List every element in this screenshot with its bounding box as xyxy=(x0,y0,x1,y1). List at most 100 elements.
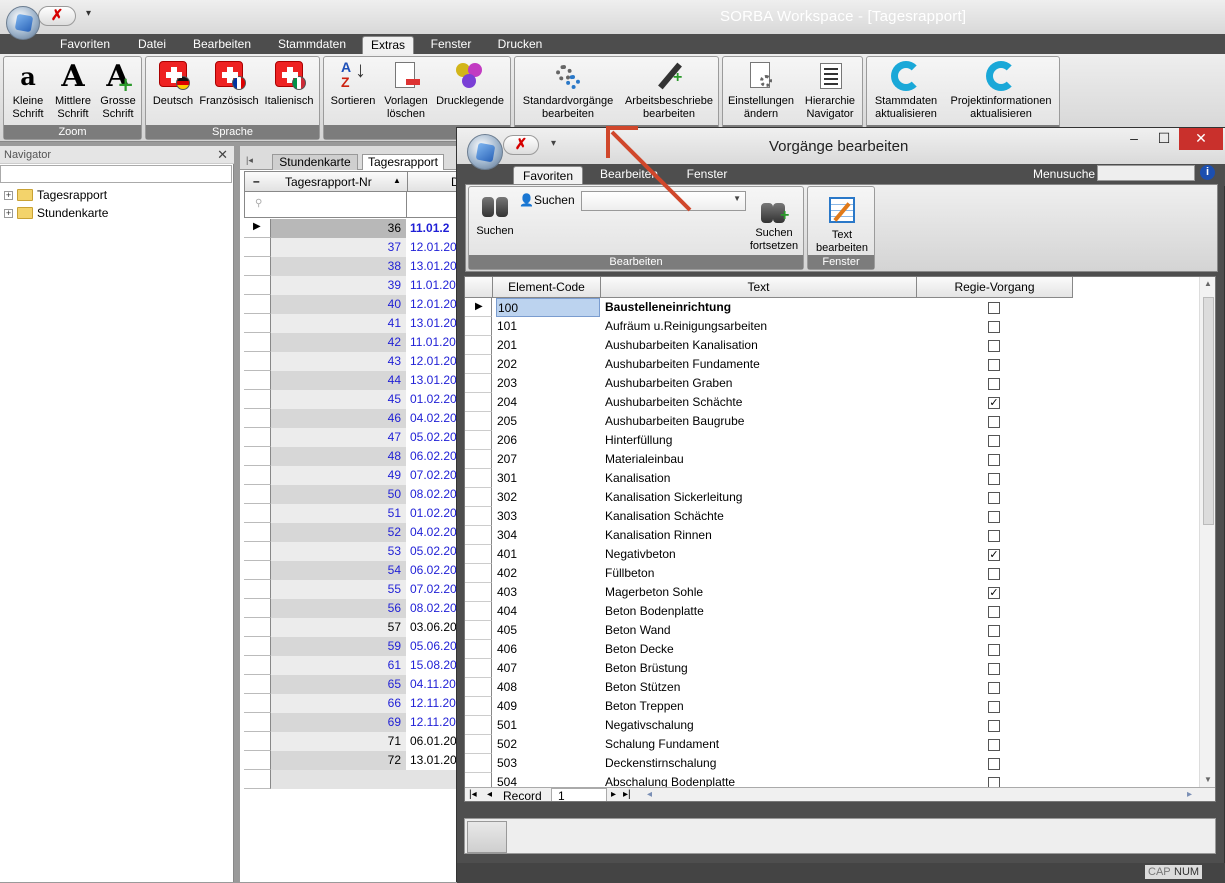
table-row[interactable]: 401 Negativbeton ✓ xyxy=(465,545,1073,564)
row-selector[interactable] xyxy=(244,409,271,428)
regie-checkbox[interactable] xyxy=(988,663,1000,675)
row-selector[interactable] xyxy=(465,374,492,393)
row-selector[interactable] xyxy=(465,393,492,412)
regie-checkbox[interactable] xyxy=(988,568,1000,580)
table-row[interactable]: 71 06.01.20 xyxy=(244,732,470,751)
tab-drucken[interactable]: Drucken xyxy=(490,36,550,54)
tab-favoriten[interactable]: Favoriten xyxy=(52,36,118,54)
print-legend-button[interactable]: Drucklegende xyxy=(432,59,508,108)
regie-checkbox[interactable] xyxy=(988,302,1000,314)
edit-text-button[interactable]: Text bearbeiten xyxy=(810,193,874,255)
regie-checkbox[interactable] xyxy=(988,530,1000,542)
row-selector[interactable] xyxy=(465,336,492,355)
row-selector[interactable] xyxy=(465,450,492,469)
row-selector[interactable] xyxy=(465,431,492,450)
app-menu-orb-icon[interactable] xyxy=(6,6,40,40)
row-selector[interactable] xyxy=(244,523,271,542)
table-row[interactable]: 52 04.02.20 xyxy=(244,523,470,542)
minimize-button[interactable]: – xyxy=(1119,128,1149,150)
column-header-nr[interactable]: Tagesrapport-Nr xyxy=(285,175,372,189)
row-selector[interactable] xyxy=(244,371,271,390)
table-row[interactable]: 61 15.08.20 xyxy=(244,656,470,675)
table-row[interactable]: 37 12.01.20 xyxy=(244,238,470,257)
dialog-quick-access[interactable]: ✗ xyxy=(503,135,539,155)
row-selector[interactable] xyxy=(465,659,492,678)
tab-tagesrapport[interactable]: Tagesrapport xyxy=(362,154,444,170)
regie-checkbox[interactable] xyxy=(988,644,1000,656)
prev-record-icon[interactable]: ◂ xyxy=(487,789,492,800)
row-selector[interactable] xyxy=(465,640,492,659)
row-selector[interactable] xyxy=(465,602,492,621)
regie-checkbox[interactable] xyxy=(988,701,1000,713)
row-selector[interactable] xyxy=(244,580,271,599)
row-selector[interactable] xyxy=(244,637,271,656)
row-selector[interactable] xyxy=(465,697,492,716)
sort-button[interactable]: A Z ↓ Sortieren xyxy=(326,59,380,108)
row-selector[interactable] xyxy=(244,561,271,580)
regie-checkbox[interactable]: ✓ xyxy=(988,587,1000,599)
row-selector[interactable] xyxy=(465,564,492,583)
navigator-search-input[interactable] xyxy=(0,165,232,183)
row-selector[interactable] xyxy=(465,488,492,507)
row-selector[interactable] xyxy=(465,469,492,488)
table-row[interactable]: 56 08.02.20 xyxy=(244,599,470,618)
menu-search-input[interactable] xyxy=(1097,165,1195,181)
table-row[interactable]: 69 12.11.20 xyxy=(244,713,470,732)
regie-checkbox[interactable] xyxy=(988,473,1000,485)
regie-checkbox[interactable] xyxy=(988,682,1000,694)
table-row[interactable]: 203 Aushubarbeiten Graben xyxy=(465,374,1073,393)
edit-standard-processes-button[interactable]: Standardvorgänge bearbeiten xyxy=(517,59,619,121)
expand-icon[interactable]: + xyxy=(4,209,13,218)
row-selector[interactable]: ▶ xyxy=(244,219,271,238)
row-selector[interactable] xyxy=(465,545,492,564)
table-row[interactable]: 39 11.01.20 xyxy=(244,276,470,295)
expand-icon[interactable]: + xyxy=(4,191,13,200)
large-font-button[interactable]: A + Grosse Schrift xyxy=(96,59,140,121)
row-selector[interactable] xyxy=(465,317,492,336)
table-row[interactable]: 404 Beton Bodenplatte xyxy=(465,602,1073,621)
close-icon[interactable]: ✕ xyxy=(217,147,228,163)
row-selector[interactable] xyxy=(244,618,271,637)
scrollbar-thumb[interactable] xyxy=(1203,297,1214,525)
search-button[interactable]: Suchen xyxy=(471,189,519,238)
edit-work-descriptions-button[interactable]: + Arbeitsbeschriebe bearbeiten xyxy=(619,59,719,121)
update-project-info-button[interactable]: Projektinformationen aktualisieren xyxy=(943,59,1059,121)
regie-checkbox[interactable] xyxy=(988,758,1000,770)
close-button[interactable]: ✕ xyxy=(1179,128,1223,150)
row-selector[interactable] xyxy=(244,504,271,523)
scroll-first-icon[interactable]: |◂ xyxy=(246,155,253,166)
row-selector[interactable] xyxy=(244,257,271,276)
row-selector[interactable] xyxy=(244,314,271,333)
row-selector[interactable] xyxy=(465,735,492,754)
table-row[interactable]: 38 13.01.20 xyxy=(244,257,470,276)
table-row[interactable]: 47 05.02.20 xyxy=(244,428,470,447)
column-header-code[interactable]: Element-Code xyxy=(493,277,601,298)
row-selector[interactable] xyxy=(465,716,492,735)
row-selector[interactable] xyxy=(244,447,271,466)
table-row[interactable]: 201 Aushubarbeiten Kanalisation xyxy=(465,336,1073,355)
row-selector[interactable] xyxy=(465,678,492,697)
table-row[interactable]: 49 07.02.20 xyxy=(244,466,470,485)
table-row[interactable]: 59 05.06.20 xyxy=(244,637,470,656)
table-row[interactable]: 405 Beton Wand xyxy=(465,621,1073,640)
record-number-input[interactable]: 1 xyxy=(551,788,607,801)
table-row[interactable]: 502 Schalung Fundament xyxy=(465,735,1073,754)
row-selector[interactable] xyxy=(465,621,492,640)
regie-checkbox[interactable] xyxy=(988,378,1000,390)
regie-checkbox[interactable] xyxy=(988,625,1000,637)
quick-access-more-icon[interactable]: ▾ xyxy=(86,8,91,19)
regie-checkbox[interactable] xyxy=(988,321,1000,333)
tab-datei[interactable]: Datei xyxy=(130,36,174,54)
quick-access-more-icon[interactable]: ▾ xyxy=(551,138,556,149)
scroll-right-icon[interactable]: ▸ xyxy=(1187,789,1192,800)
table-row[interactable]: 407 Beton Brüstung xyxy=(465,659,1073,678)
column-header-text[interactable]: Text xyxy=(601,277,917,298)
table-row[interactable]: 304 Kanalisation Rinnen xyxy=(465,526,1073,545)
row-selector[interactable] xyxy=(244,713,271,732)
hierarchy-navigator-button[interactable]: Hierarchie Navigator xyxy=(799,59,861,121)
regie-checkbox[interactable] xyxy=(988,720,1000,732)
table-row[interactable]: 101 Aufräum u.Reinigungsarbeiten xyxy=(465,317,1073,336)
select-all-icon[interactable]: – xyxy=(253,174,260,188)
table-row[interactable]: 43 12.01.20 xyxy=(244,352,470,371)
row-selector[interactable] xyxy=(244,694,271,713)
